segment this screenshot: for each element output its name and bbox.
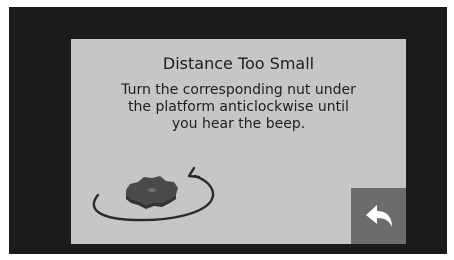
nut-icon: [126, 176, 178, 209]
message-line: the platform anticlockwise until: [128, 99, 349, 115]
message-line: you hear the beep.: [171, 116, 306, 132]
nut-rotation-illustration: [85, 163, 227, 225]
device-frame: Distance Too Small Turn the correspondin…: [9, 7, 447, 254]
message-line: Turn the corresponding nut under: [121, 82, 356, 98]
back-arrow-icon: [365, 205, 392, 227]
dialog-message: Turn the corresponding nut under the pla…: [71, 82, 406, 133]
nut-illustration-graphic: [92, 166, 215, 222]
dialog-title: Distance Too Small: [162, 54, 315, 73]
back-button[interactable]: [351, 188, 406, 244]
screen: Distance Too Small Turn the correspondin…: [71, 39, 406, 244]
